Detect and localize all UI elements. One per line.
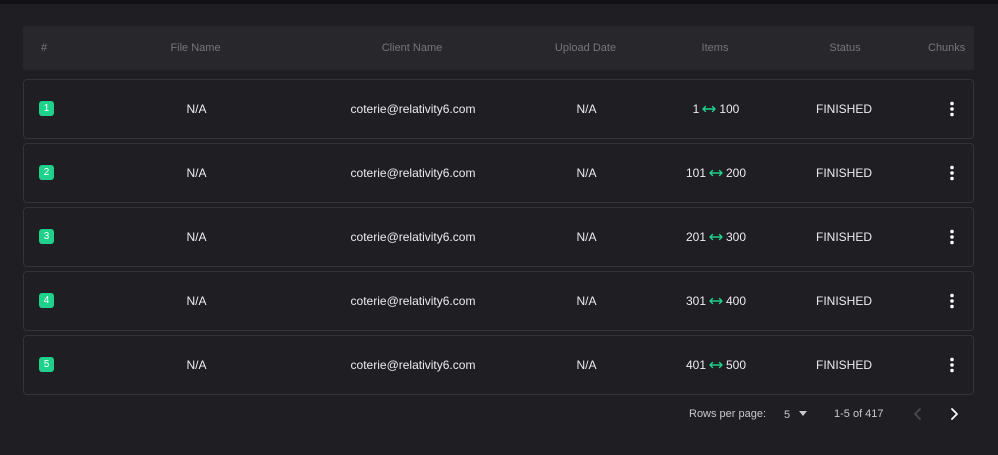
- rows-per-page-select[interactable]: 5: [784, 396, 807, 432]
- more-vertical-icon: [950, 357, 954, 373]
- header-status: Status: [829, 42, 861, 54]
- items-to: 200: [726, 166, 747, 180]
- table-header: # File Name Client Name Upload Date Item…: [23, 26, 974, 70]
- double-arrow-icon: [702, 105, 717, 113]
- status-cell: FINISHED: [815, 294, 872, 308]
- items-from: 1: [692, 102, 700, 116]
- items-range-cell: 301 400: [656, 272, 776, 330]
- rows-per-page-value: 5: [784, 409, 791, 421]
- client-name-cell: coterie@relativity6.com: [350, 102, 476, 116]
- file-name-cell: N/A: [186, 230, 207, 244]
- row-menu-button[interactable]: [942, 355, 962, 375]
- status-cell: FINISHED: [815, 166, 872, 180]
- upload-date-cell: N/A: [576, 294, 597, 308]
- items-range-cell: 1 100: [656, 80, 776, 138]
- rows-per-page-label: Rows per page:: [689, 408, 767, 420]
- double-arrow-icon: [709, 169, 723, 177]
- header-items: Items: [701, 42, 729, 54]
- items-from: 401: [685, 358, 706, 372]
- table-row: 2 N/A coterie@relativity6.com N/A 101 20…: [23, 143, 974, 203]
- previous-page-button[interactable]: [908, 404, 928, 424]
- top-bar: [0, 0, 998, 4]
- items-from: 101: [685, 166, 706, 180]
- upload-date-cell: N/A: [576, 230, 597, 244]
- row-menu-button[interactable]: [942, 99, 962, 119]
- chevron-right-icon: [951, 408, 958, 420]
- row-index-badge: 4: [39, 293, 54, 308]
- header-upload-date: Upload Date: [554, 42, 617, 54]
- pagination: Rows per page: 5 1-5 of 417: [0, 396, 998, 432]
- items-to: 400: [726, 294, 747, 308]
- items-range-cell: 401 500: [656, 336, 776, 394]
- double-arrow-icon: [709, 233, 723, 241]
- items-range-cell: 201 300: [656, 208, 776, 266]
- client-name-cell: coterie@relativity6.com: [350, 166, 476, 180]
- upload-date-cell: N/A: [576, 102, 597, 116]
- items-from: 201: [685, 230, 706, 244]
- items-to: 100: [719, 102, 740, 116]
- status-cell: FINISHED: [815, 358, 872, 372]
- table-row: 5 N/A coterie@relativity6.com N/A 401 50…: [23, 335, 974, 395]
- file-name-cell: N/A: [186, 102, 207, 116]
- table-row: 4 N/A coterie@relativity6.com N/A 301 40…: [23, 271, 974, 331]
- next-page-button[interactable]: [944, 404, 964, 424]
- header-index: #: [40, 42, 48, 54]
- items-range-cell: 101 200: [656, 144, 776, 202]
- items-from: 301: [685, 294, 706, 308]
- client-name-cell: coterie@relativity6.com: [350, 358, 476, 372]
- more-vertical-icon: [950, 165, 954, 181]
- row-menu-button[interactable]: [942, 227, 962, 247]
- row-index-badge: 3: [39, 229, 54, 244]
- pagination-range-text: 1-5 of 417: [834, 408, 884, 420]
- double-arrow-icon: [709, 297, 723, 305]
- table-row: 1 N/A coterie@relativity6.com N/A 1 100 …: [23, 79, 974, 139]
- row-index-badge: 1: [39, 101, 54, 116]
- items-to: 500: [726, 358, 747, 372]
- row-index-badge: 5: [39, 357, 54, 372]
- status-cell: FINISHED: [815, 102, 872, 116]
- header-file-name: File Name: [170, 42, 221, 54]
- row-index-badge: 2: [39, 165, 54, 180]
- upload-date-cell: N/A: [576, 358, 597, 372]
- row-menu-button[interactable]: [942, 163, 962, 183]
- caret-down-icon: [798, 411, 807, 417]
- more-vertical-icon: [950, 101, 954, 117]
- file-name-cell: N/A: [186, 294, 207, 308]
- items-to: 300: [726, 230, 747, 244]
- client-name-cell: coterie@relativity6.com: [350, 294, 476, 308]
- file-name-cell: N/A: [186, 166, 207, 180]
- chevron-left-icon: [914, 408, 921, 420]
- more-vertical-icon: [950, 293, 954, 309]
- header-client-name: Client Name: [381, 42, 443, 54]
- file-name-cell: N/A: [186, 358, 207, 372]
- row-menu-button[interactable]: [942, 291, 962, 311]
- table-row: 3 N/A coterie@relativity6.com N/A 201 30…: [23, 207, 974, 267]
- upload-date-cell: N/A: [576, 166, 597, 180]
- status-cell: FINISHED: [815, 230, 872, 244]
- client-name-cell: coterie@relativity6.com: [350, 230, 476, 244]
- double-arrow-icon: [709, 361, 723, 369]
- header-chunks: Chunks: [928, 42, 966, 54]
- more-vertical-icon: [950, 229, 954, 245]
